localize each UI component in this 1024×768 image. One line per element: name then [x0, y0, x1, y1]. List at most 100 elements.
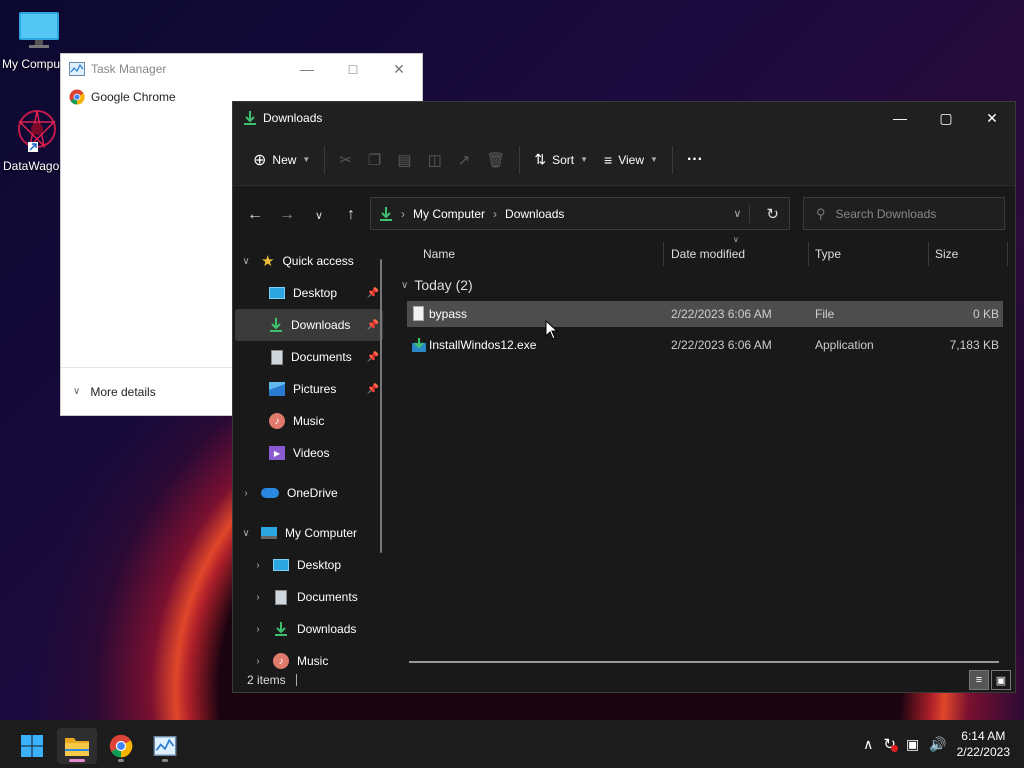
- maximize-button[interactable]: ▢: [923, 110, 969, 127]
- see-more-button[interactable]: ···: [679, 143, 711, 177]
- paste-button[interactable]: ▤: [389, 143, 419, 177]
- new-button[interactable]: ⊕ New ▼: [245, 143, 318, 177]
- nav-computer-desktop[interactable]: › Desktop: [233, 549, 383, 581]
- file-list: Name Date modified ∨ Type Size ∨ Today (…: [399, 235, 1015, 667]
- file-row-installwindos12[interactable]: InstallWindos12.exe 2/22/2023 6:06 AM Ap…: [407, 332, 1003, 358]
- chevron-down-icon: ∨: [401, 279, 409, 291]
- column-type[interactable]: Type: [815, 247, 841, 261]
- nav-label: OneDrive: [287, 486, 338, 500]
- breadcrumb-my-computer[interactable]: My Computer: [413, 207, 485, 221]
- volume-icon[interactable]: 🔊: [929, 736, 946, 753]
- file-explorer-window[interactable]: Downloads — ▢ ✕ ⊕ New ▼ ✂ ❐ ▤ ◫ ↗ 🗑 ⇅ So…: [232, 101, 1016, 693]
- nav-label: Downloads: [291, 318, 351, 332]
- rename-button[interactable]: ◫: [420, 143, 450, 177]
- explorer-title: Downloads: [263, 111, 323, 125]
- address-bar[interactable]: › My Computer › Downloads ∨ ↻: [370, 197, 790, 230]
- scissors-icon: ✂: [339, 151, 352, 169]
- network-icon[interactable]: ▣: [906, 736, 919, 753]
- group-header-today[interactable]: ∨ Today (2): [399, 271, 1015, 299]
- refresh-button[interactable]: ↻: [749, 204, 789, 223]
- installer-icon: [412, 338, 426, 352]
- taskbar-chrome[interactable]: [101, 728, 141, 764]
- nav-computer-downloads[interactable]: › Downloads: [233, 613, 383, 645]
- nav-onedrive[interactable]: › OneDrive: [233, 477, 383, 509]
- nav-computer-music[interactable]: › ♪ Music: [233, 645, 383, 670]
- nav-item-pictures[interactable]: Pictures 📌: [233, 373, 383, 405]
- clock-date: 2/22/2023: [956, 745, 1010, 759]
- copy-button[interactable]: ❐: [360, 143, 389, 177]
- toolbar-divider: [324, 145, 326, 174]
- star-icon: ★: [261, 253, 275, 270]
- up-button[interactable]: ↑: [335, 206, 367, 224]
- nav-my-computer[interactable]: ∨ My Computer: [233, 517, 383, 549]
- cut-button[interactable]: ✂: [331, 143, 360, 177]
- running-indicator: [162, 759, 168, 762]
- pin-icon: 📌: [366, 319, 379, 331]
- address-dropdown-button[interactable]: ∨: [733, 207, 741, 220]
- command-bar: ⊕ New ▼ ✂ ❐ ▤ ◫ ↗ 🗑 ⇅ Sort ▼ ≡ View ▼ ··…: [233, 134, 1015, 186]
- sort-button[interactable]: ⇅ Sort ▼: [526, 143, 596, 177]
- monitor-icon: [19, 12, 59, 48]
- taskbar-task-manager[interactable]: [145, 728, 185, 764]
- forward-button[interactable]: →: [271, 206, 303, 224]
- minimize-button[interactable]: —: [877, 110, 923, 127]
- nav-label: Pictures: [293, 382, 337, 396]
- search-icon: ⚲: [816, 205, 826, 221]
- clock-time: 6:14 AM: [961, 729, 1006, 743]
- column-divider[interactable]: [663, 242, 664, 266]
- recent-locations-button[interactable]: ∨: [303, 209, 335, 222]
- details-view-button[interactable]: ≡: [969, 670, 989, 690]
- column-date[interactable]: Date modified: [671, 247, 745, 261]
- download-icon: [380, 206, 392, 221]
- nav-item-videos[interactable]: ▶ Videos: [233, 437, 383, 469]
- taskbar-file-explorer[interactable]: [57, 728, 97, 764]
- file-date: 2/22/2023 6:06 AM: [671, 338, 772, 352]
- nav-item-downloads[interactable]: Downloads 📌: [235, 309, 383, 341]
- nav-label: Documents: [297, 590, 358, 604]
- chrome-icon: [109, 734, 133, 758]
- maximize-button[interactable]: □: [330, 61, 376, 78]
- cloud-icon: [261, 488, 279, 498]
- breadcrumb-separator: ›: [493, 206, 498, 221]
- pin-icon: 📌: [366, 351, 379, 363]
- minimize-button[interactable]: —: [284, 61, 330, 78]
- column-divider[interactable]: [928, 242, 929, 266]
- nav-item-music[interactable]: ♪ Music: [233, 405, 383, 437]
- back-button[interactable]: ←: [239, 206, 271, 224]
- search-box[interactable]: ⚲ Search Downloads: [803, 197, 1005, 230]
- horizontal-scrollbar[interactable]: [409, 661, 999, 663]
- file-date: 2/22/2023 6:06 AM: [671, 307, 772, 321]
- close-button[interactable]: ✕: [376, 61, 422, 78]
- nav-item-desktop[interactable]: Desktop 📌: [233, 277, 383, 309]
- show-hidden-icons-button[interactable]: ∧: [863, 736, 873, 753]
- task-manager-titlebar[interactable]: Task Manager — □ ✕: [61, 54, 422, 84]
- nav-item-documents[interactable]: Documents 📌: [233, 341, 383, 373]
- column-size[interactable]: Size: [935, 247, 958, 261]
- navigation-pane: ∨ ★ Quick access Desktop 📌 Downloads 📌 D…: [233, 245, 383, 670]
- close-button[interactable]: ✕: [969, 110, 1015, 127]
- column-name[interactable]: Name: [423, 247, 455, 261]
- start-button[interactable]: [12, 728, 52, 764]
- file-row-bypass[interactable]: bypass 2/22/2023 6:06 AM File 0 KB: [407, 301, 1003, 327]
- view-button[interactable]: ≡ View ▼: [596, 143, 666, 177]
- pin-icon: 📌: [366, 287, 379, 299]
- column-divider[interactable]: [1007, 242, 1008, 266]
- column-divider[interactable]: [808, 242, 809, 266]
- nav-quick-access[interactable]: ∨ ★ Quick access: [233, 245, 383, 277]
- download-icon: [270, 318, 282, 332]
- share-button[interactable]: ↗: [450, 143, 479, 177]
- column-headers: Name Date modified ∨ Type Size: [399, 235, 1015, 271]
- status-divider: [295, 674, 297, 686]
- chevron-right-icon: ›: [256, 559, 260, 571]
- file-size: 0 KB: [972, 307, 999, 321]
- nav-scrollbar[interactable]: [380, 259, 382, 553]
- clock[interactable]: 6:14 AM 2/22/2023: [957, 728, 1010, 760]
- delete-button[interactable]: 🗑: [478, 143, 513, 177]
- file-name: bypass: [429, 307, 468, 321]
- tiles-view-button[interactable]: ▣: [991, 670, 1011, 690]
- nav-computer-documents[interactable]: › Documents: [233, 581, 383, 613]
- task-manager-icon: [153, 736, 177, 756]
- breadcrumb-downloads[interactable]: Downloads: [505, 207, 564, 221]
- explorer-titlebar[interactable]: Downloads — ▢ ✕: [233, 102, 1015, 134]
- update-icon[interactable]: ↻: [883, 735, 898, 753]
